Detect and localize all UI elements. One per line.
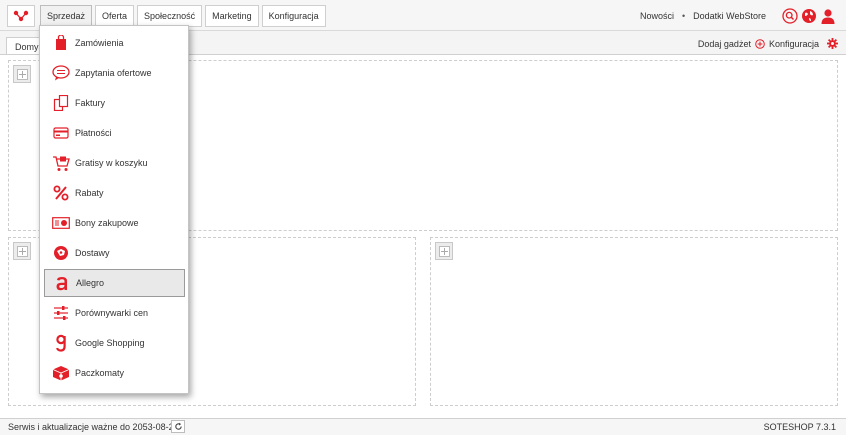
menu-item-platnosci[interactable]: Płatności bbox=[44, 119, 185, 147]
add-gadget-link[interactable]: Dodaj gadżet bbox=[698, 39, 751, 49]
link-separator: • bbox=[681, 11, 686, 21]
nav-tab-spolecznosc[interactable]: Społeczność bbox=[137, 5, 203, 27]
menu-item-paczkomaty[interactable]: Paczkomaty bbox=[44, 359, 185, 387]
menu-item-label: Faktury bbox=[75, 98, 106, 108]
menu-item-google-shopping[interactable]: Google Shopping bbox=[44, 329, 185, 357]
add-gadget-button[interactable] bbox=[13, 242, 31, 260]
soteshop-logo-icon bbox=[13, 10, 29, 22]
top-right-links: Nowości • Dodatki WebStore bbox=[640, 6, 836, 26]
nav-tab-marketing[interactable]: Marketing bbox=[205, 5, 259, 27]
menu-item-bony-zakupowe[interactable]: Bony zakupowe bbox=[44, 209, 185, 237]
menu-item-label: Allegro bbox=[76, 278, 105, 288]
version-label: SOTESHOP 7.3.1 bbox=[763, 422, 836, 432]
refresh-icon bbox=[174, 422, 182, 430]
speech-bubble-icon bbox=[52, 64, 70, 82]
gadget-bar: Dodaj gadżet Konfiguracja bbox=[698, 38, 838, 49]
service-validity-text: Serwis i aktualizacje ważne do 2053-08-2… bbox=[8, 422, 179, 432]
dashboard-config-link[interactable]: Konfiguracja bbox=[769, 39, 819, 49]
shopping-bag-icon bbox=[52, 34, 70, 52]
menu-item-label: Dostawy bbox=[75, 248, 110, 258]
menu-item-label: Gratisy w koszyku bbox=[75, 158, 148, 168]
add-gadget-button[interactable] bbox=[435, 242, 453, 260]
menu-item-zamowienia[interactable]: Zamówienia bbox=[44, 29, 185, 57]
nav-tab-konfiguracja[interactable]: Konfiguracja bbox=[261, 5, 326, 27]
menu-item-label: Płatności bbox=[75, 128, 112, 138]
documents-icon bbox=[52, 94, 70, 112]
menu-item-dostawy[interactable]: Dostawy bbox=[44, 239, 185, 267]
soteshop-logo-button[interactable] bbox=[7, 5, 35, 27]
search-icon[interactable] bbox=[782, 8, 798, 24]
percent-icon bbox=[52, 184, 70, 202]
main-nav: Sprzedaż Oferta Społeczność Marketing Ko… bbox=[40, 5, 326, 27]
allegro-icon bbox=[53, 274, 71, 292]
refresh-button[interactable] bbox=[171, 420, 185, 433]
add-circle-icon[interactable] bbox=[755, 38, 765, 49]
add-gadget-button[interactable] bbox=[13, 65, 31, 83]
menu-item-porownywarki-cen[interactable]: Porównywarki cen bbox=[44, 299, 185, 327]
parcel-locker-icon bbox=[52, 364, 70, 382]
voucher-icon bbox=[52, 214, 70, 232]
menu-item-zapytania-ofertowe[interactable]: Zapytania ofertowe bbox=[44, 59, 185, 87]
gadget-column-right bbox=[430, 237, 838, 406]
sales-dropdown-menu: Zamówienia Zapytania ofertowe Faktury Pł… bbox=[39, 25, 189, 394]
status-footer: Serwis i aktualizacje ważne do 2053-08-2… bbox=[0, 418, 846, 435]
user-icon[interactable] bbox=[820, 8, 836, 24]
menu-item-label: Rabaty bbox=[75, 188, 104, 198]
nav-tab-sprzedaz[interactable]: Sprzedaż bbox=[40, 5, 93, 27]
menu-item-label: Zapytania ofertowe bbox=[75, 68, 152, 78]
google-shopping-icon bbox=[52, 334, 70, 352]
menu-item-label: Paczkomaty bbox=[75, 368, 125, 378]
webstore-addons-link[interactable]: Dodatki WebStore bbox=[693, 11, 766, 21]
menu-item-faktury[interactable]: Faktury bbox=[44, 89, 185, 117]
menu-item-gratisy-w-koszyku[interactable]: Gratisy w koszyku bbox=[44, 149, 185, 177]
news-link[interactable]: Nowości bbox=[640, 11, 674, 21]
menu-item-label: Bony zakupowe bbox=[75, 218, 139, 228]
sliders-icon bbox=[52, 304, 70, 322]
nav-tab-oferta[interactable]: Oferta bbox=[95, 5, 135, 27]
menu-item-label: Zamówienia bbox=[75, 38, 124, 48]
menu-item-rabaty[interactable]: Rabaty bbox=[44, 179, 185, 207]
plus-icon bbox=[16, 245, 28, 257]
gift-cart-icon bbox=[52, 154, 70, 172]
credit-card-icon bbox=[52, 124, 70, 142]
plus-icon bbox=[438, 245, 450, 257]
menu-item-label: Porównywarki cen bbox=[75, 308, 149, 318]
gear-icon[interactable] bbox=[827, 38, 838, 49]
globe-icon[interactable] bbox=[801, 8, 817, 24]
delivery-globe-icon bbox=[52, 244, 70, 262]
plus-icon bbox=[16, 68, 28, 80]
menu-item-allegro[interactable]: Allegro bbox=[44, 269, 185, 297]
menu-item-label: Google Shopping bbox=[75, 338, 145, 348]
